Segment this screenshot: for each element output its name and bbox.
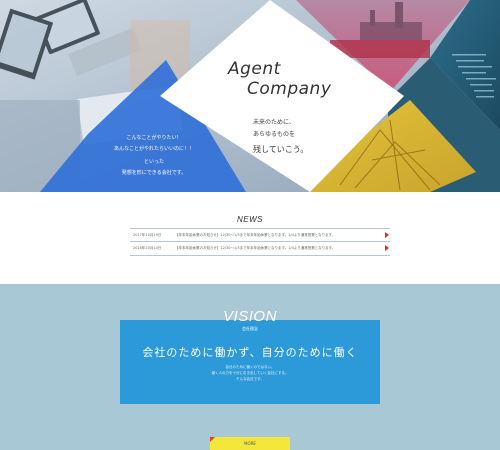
more-button-label: MORE xyxy=(244,441,256,446)
hero-banner: Agent Company 未来のために、 あらゆるものを 残していこう。 こん… xyxy=(0,0,500,192)
news-row[interactable]: 2016年10月14日 【年末年始休業のお知らせ】12/30〜1/3まで年末年始… xyxy=(130,242,390,256)
vision-card: 会社のために働かず、自分のために働く 会社のために働くのではない。 働く人の力を… xyxy=(120,320,380,404)
hero-blue-text-4: 発想を形にできる会社です。 xyxy=(121,170,187,176)
more-button[interactable]: MORE xyxy=(210,437,290,450)
news-date: 2017年10月19日 xyxy=(133,233,162,237)
news-heading: NEWS xyxy=(237,215,263,224)
news-date: 2016年10月14日 xyxy=(133,246,162,250)
news-section: NEWS 2017年10月19日 【年末年始休業のお知らせ】12/30〜1/3ま… xyxy=(0,192,500,284)
corner-accent-icon xyxy=(210,437,215,442)
news-text: 【年末年始休業のお知らせ】12/30〜1/3まで年末年始休業となります。1/4よ… xyxy=(175,246,336,250)
arrow-right-icon xyxy=(385,232,389,238)
vision-body-line: 働く人の力を十分に引き出していく会社にする。 xyxy=(211,371,289,375)
vision-body-line: そんな会社です。 xyxy=(236,377,264,381)
hero-blue-text-3: といった xyxy=(143,159,164,165)
hero-blue-text-1: こんなことがやりたい！ xyxy=(126,135,182,141)
vision-body-line: 会社のために働くのではない。 xyxy=(225,365,275,369)
hero-tagline-1: 未来のために、 xyxy=(253,119,295,126)
hero-title-agent: Agent xyxy=(228,59,281,79)
hero-tagline-2: あらゆるものを xyxy=(253,131,296,138)
news-text: 【年末年始休業のお知らせ】12/30〜1/3まで年末年始休業となります。1/4よ… xyxy=(175,233,336,237)
hero-title-company: Company xyxy=(247,79,332,99)
hero-tagline-3: 残していこう。 xyxy=(253,145,309,154)
hero-blue-text-2: あんなことがやれたらいいのに！！ xyxy=(113,146,194,152)
vision-heading: VISION xyxy=(223,308,277,325)
arrow-right-icon xyxy=(385,245,389,251)
vision-headline: 会社のために働かず、自分のために働く xyxy=(142,346,358,359)
news-row[interactable]: 2017年10月19日 【年末年始休業のお知らせ】12/30〜1/3まで年末年始… xyxy=(130,228,390,242)
vision-subheading: 会社理念 xyxy=(242,326,258,331)
vision-section: 会社のために働かず、自分のために働く 会社のために働くのではない。 働く人の力を… xyxy=(0,284,500,450)
